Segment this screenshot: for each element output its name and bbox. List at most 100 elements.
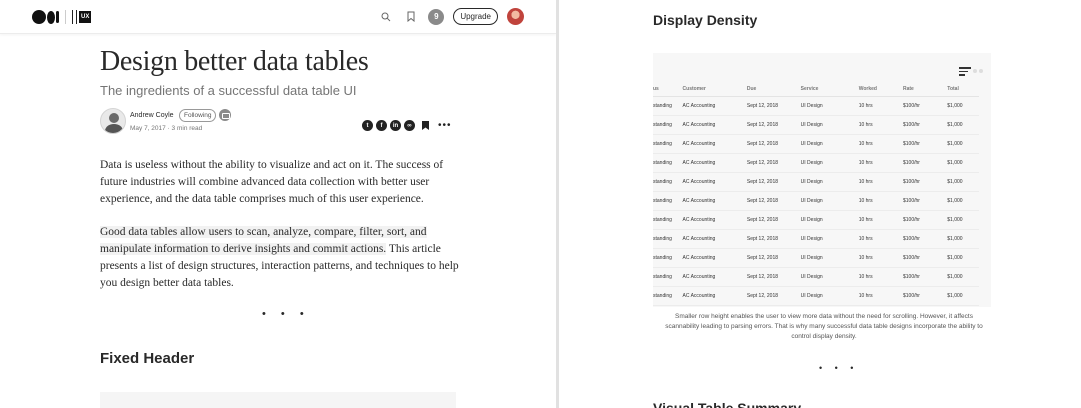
bookmarks-icon[interactable] (403, 9, 419, 25)
column-header: Service (800, 83, 859, 97)
notifications-badge[interactable]: 9 (428, 8, 445, 25)
article-image (100, 392, 456, 408)
table-cell: 10 hrs (858, 229, 903, 249)
table-cell: AC Accounting (682, 191, 747, 211)
table-cell: UI Design (800, 115, 859, 135)
table-cell: Sept 12, 2018 (746, 134, 801, 154)
table-cell: $100/hr (902, 210, 948, 230)
table-cell: UI Design (800, 96, 859, 116)
section-heading: Display Density (653, 12, 758, 28)
table-cell: Sept 12, 2018 (746, 248, 801, 268)
share-actions: t f in ∞ ••• (362, 120, 452, 131)
table-cell: AC Accounting (682, 153, 747, 173)
article-title: Design better data tables (100, 46, 369, 77)
table-cell: Sept 12, 2018 (746, 286, 801, 306)
table-cell: UI Design (800, 191, 859, 211)
table-row: standing AC Accounting Sept 12, 2018 UI Des… (653, 153, 979, 173)
table-cell: 10 hrs (858, 248, 903, 268)
table-cell: $100/hr (902, 134, 948, 154)
following-button[interactable]: Following (179, 109, 217, 122)
bookmark-icon[interactable] (422, 121, 429, 130)
table-cell: $1,000 (947, 191, 979, 211)
table-cell: 10 hrs (858, 210, 903, 230)
table-row: standing AC Accounting Sept 12, 2018 UI Des… (653, 172, 979, 192)
table-row: standing AC Accounting Sept 12, 2018 UI Des… (653, 229, 979, 249)
table-cell: $100/hr (902, 191, 948, 211)
table-cell: $100/hr (902, 96, 948, 116)
toolbar-dot (979, 69, 983, 73)
table-cell: AC Accounting (682, 96, 747, 116)
subscribe-mail-icon[interactable] (219, 109, 231, 121)
author-byline: Andrew Coyle Following May 7, 2017 · 3 m… (100, 108, 460, 136)
table-cell: AC Accounting (682, 134, 747, 154)
article-pane: UX 9 Upgrade Design better data tables T… (0, 0, 556, 408)
author-name[interactable]: Andrew Coyle (130, 112, 174, 119)
column-header: Worked (858, 83, 903, 97)
table-cell: UI Design (800, 248, 859, 268)
facebook-icon[interactable]: f (376, 120, 387, 131)
section-separator: • • • (262, 308, 310, 320)
toolbar-dot (973, 69, 977, 73)
table-cell: Sept 12, 2018 (746, 115, 801, 135)
table-cell: $1,000 (947, 115, 979, 135)
column-header: Due (746, 83, 801, 97)
table-cell: 10 hrs (858, 286, 903, 306)
search-icon[interactable] (378, 9, 394, 25)
table-body: standing AC Accounting Sept 12, 2018 UI Des… (653, 96, 979, 306)
table-cell: $100/hr (902, 267, 948, 287)
table-cell: $1,000 (947, 267, 979, 287)
upgrade-button[interactable]: Upgrade (453, 8, 498, 25)
author-avatar[interactable] (100, 108, 126, 134)
table-cell: $1,000 (947, 286, 979, 306)
table-cell: $100/hr (902, 286, 948, 306)
table-cell: $1,000 (947, 229, 979, 249)
image-caption: Smaller row height enables the user to v… (665, 313, 983, 340)
table-cell: standing (653, 286, 683, 306)
linkedin-icon[interactable]: in (390, 120, 401, 131)
table-cell: AC Accounting (682, 172, 747, 192)
table-cell: $100/hr (902, 172, 948, 192)
table-row: standing AC Accounting Sept 12, 2018 UI Des… (653, 286, 979, 306)
more-options-icon[interactable]: ••• (438, 120, 452, 131)
table-cell: standing (653, 210, 683, 230)
highlighted-text[interactable]: Good data tables allow users to scan, an… (100, 226, 427, 255)
table-row: standing AC Accounting Sept 12, 2018 UI Des… (653, 248, 979, 268)
table-cell: standing (653, 267, 683, 287)
table-cell: Sept 12, 2018 (746, 96, 801, 116)
table-cell: 10 hrs (858, 172, 903, 192)
user-avatar[interactable] (507, 8, 524, 25)
table-row: standing AC Accounting Sept 12, 2018 UI Des… (653, 134, 979, 154)
table-cell: AC Accounting (682, 229, 747, 249)
logo-divider (65, 10, 66, 24)
table-cell: Sept 12, 2018 (746, 267, 801, 287)
table-row: standing AC Accounting Sept 12, 2018 UI Des… (653, 210, 979, 230)
article-meta: May 7, 2017 · 3 min read (130, 125, 203, 132)
publication-logo[interactable]: UX (72, 9, 92, 25)
data-table-image: us Customer Due Service Worked Rate Tota… (653, 53, 991, 307)
table-cell: standing (653, 191, 683, 211)
table-cell: $100/hr (902, 229, 948, 249)
table-cell: $1,000 (947, 210, 979, 230)
column-header: Rate (902, 83, 948, 97)
table-row: standing AC Accounting Sept 12, 2018 UI Des… (653, 191, 979, 211)
medium-logo[interactable] (32, 10, 59, 24)
table-cell: 10 hrs (858, 191, 903, 211)
table-cell: UI Design (800, 286, 859, 306)
table-cell: $1,000 (947, 172, 979, 192)
twitter-icon[interactable]: t (362, 120, 373, 131)
column-header: Customer (682, 83, 747, 97)
column-header: Total (947, 83, 979, 97)
table-cell: 10 hrs (858, 134, 903, 154)
section-heading: Fixed Header (100, 350, 195, 367)
table-row: standing AC Accounting Sept 12, 2018 UI Des… (653, 115, 979, 135)
table-cell: 10 hrs (858, 115, 903, 135)
table-cell: Sept 12, 2018 (746, 172, 801, 192)
table-cell: $100/hr (902, 248, 948, 268)
table-cell: 10 hrs (858, 153, 903, 173)
link-icon[interactable]: ∞ (404, 120, 415, 131)
table-cell: Sept 12, 2018 (746, 210, 801, 230)
table-cell: AC Accounting (682, 115, 747, 135)
table-cell: standing (653, 248, 683, 268)
table-cell: AC Accounting (682, 210, 747, 230)
table-row: standing AC Accounting Sept 12, 2018 UI Des… (653, 96, 979, 116)
